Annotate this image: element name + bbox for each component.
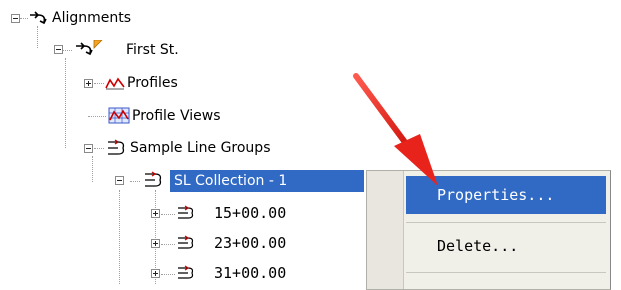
- tree-line: [94, 148, 104, 149]
- sample-line-icon: [178, 265, 194, 279]
- sample-line-icon: [178, 235, 194, 249]
- sample-line-icon: [178, 205, 194, 219]
- tree-line: [161, 274, 175, 275]
- profiles-icon: [105, 77, 125, 90]
- alignment-flag-icon: [76, 40, 103, 56]
- sample-line-group-icon: [145, 171, 162, 187]
- tree-line: [161, 244, 175, 245]
- tree-item-profile-views[interactable]: Profile Views: [132, 107, 221, 125]
- menu-item-properties[interactable]: Properties...: [406, 176, 606, 214]
- collapse-toggle[interactable]: [115, 176, 124, 185]
- tree-item-alignments[interactable]: Alignments: [52, 9, 131, 27]
- expand-toggle[interactable]: [151, 269, 160, 278]
- tree-item-station-1[interactable]: 15+00.00: [214, 204, 286, 222]
- expand-toggle[interactable]: [84, 79, 93, 88]
- tree-item-first-st[interactable]: First St.: [126, 41, 179, 59]
- tree-item-profiles[interactable]: Profiles: [127, 74, 178, 92]
- tree-item-sl-collection-selected[interactable]: SL Collection - 1: [170, 170, 364, 192]
- collapse-toggle[interactable]: [84, 144, 93, 153]
- sample-line-group-icon: [108, 139, 125, 155]
- collapse-toggle[interactable]: [54, 45, 63, 54]
- profile-views-icon: [108, 107, 130, 124]
- tree-line: [92, 156, 93, 182]
- menu-separator: [406, 272, 606, 273]
- tree-line: [37, 26, 38, 48]
- collapse-toggle[interactable]: [11, 14, 20, 23]
- tree-item-label: SL Collection - 1: [174, 173, 288, 189]
- alignment-icon: [30, 11, 47, 25]
- tree-line: [65, 58, 66, 148]
- menu-item-delete[interactable]: Delete...: [406, 227, 606, 265]
- menu-separator: [406, 222, 606, 223]
- tree-line: [119, 190, 120, 284]
- tree-line: [94, 83, 104, 84]
- tree-line: [130, 181, 140, 182]
- expand-toggle[interactable]: [151, 239, 160, 248]
- tree-line: [88, 116, 106, 117]
- tree-line: [161, 214, 175, 215]
- tree-item-station-3[interactable]: 31+00.00: [214, 264, 286, 282]
- tree-line: [20, 18, 28, 19]
- tree-line: [62, 50, 72, 51]
- expand-toggle[interactable]: [151, 209, 160, 218]
- tree-item-station-2[interactable]: 23+00.00: [214, 234, 286, 252]
- tree-item-sample-line-groups[interactable]: Sample Line Groups: [130, 139, 271, 157]
- menu-icon-gutter: [367, 171, 404, 289]
